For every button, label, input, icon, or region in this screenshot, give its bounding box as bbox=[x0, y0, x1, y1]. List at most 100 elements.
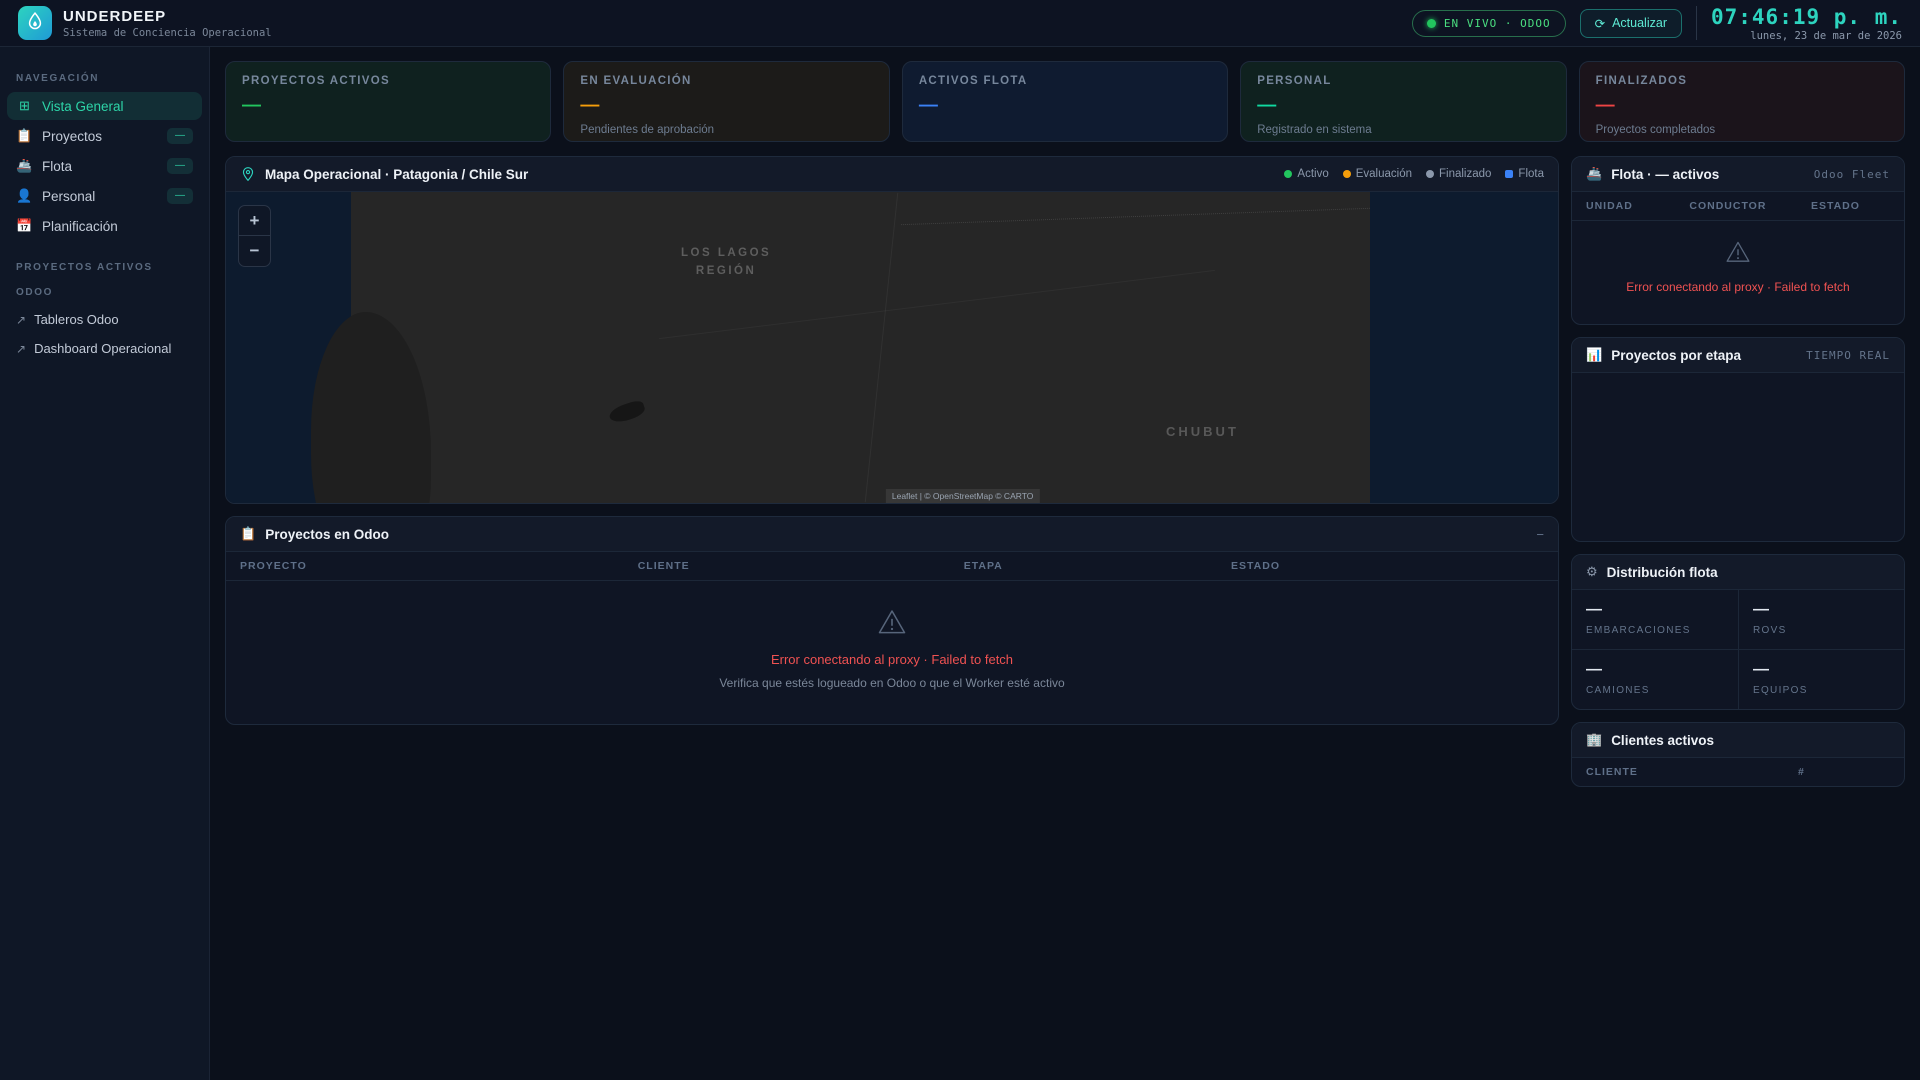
sidebar-item-flota[interactable]: 🚢 Flota — bbox=[7, 152, 202, 180]
sidebar-item-planificacion[interactable]: 📅 Planificación bbox=[7, 212, 202, 240]
column-header-cliente: CLIENTE bbox=[1586, 766, 1638, 778]
kpi-card-en-evaluacion: EN EVALUACIÓN — Pendientes de aprobación bbox=[563, 61, 890, 142]
count-badge: — bbox=[167, 128, 193, 144]
collapse-button[interactable]: − bbox=[1536, 527, 1544, 542]
kpi-card-finalizados: FINALIZADOS — Proyectos completados bbox=[1578, 61, 1906, 142]
sidebar-item-vista-general[interactable]: ⊞ Vista General bbox=[7, 92, 202, 120]
live-status-badge: EN VIVO · ODOO bbox=[1411, 9, 1566, 37]
sidebar-link-tableros-odoo[interactable]: ↗ Tableros Odoo bbox=[7, 306, 202, 333]
count-badge: — bbox=[167, 188, 193, 204]
distribution-panel: ⚙ Distribución flota — EMBARCACIONES — R… bbox=[1571, 554, 1905, 710]
legend-label: Flota bbox=[1518, 168, 1544, 180]
map-border-line bbox=[901, 207, 1370, 226]
warning-triangle-icon bbox=[1725, 241, 1751, 269]
error-hint: Verifica que estés logueado en Odoo o qu… bbox=[719, 676, 1065, 690]
column-header-cliente: CLIENTE bbox=[637, 560, 690, 572]
clock-time: 07:46:19 p. m. bbox=[1710, 4, 1902, 29]
error-message: Error conectando al proxy · Failed to fe… bbox=[1626, 280, 1850, 294]
top-header: UNDERDEEP Sistema de Conciencia Operacio… bbox=[0, 0, 1920, 47]
app-logo bbox=[18, 6, 52, 40]
map-title: Mapa Operacional · Patagonia / Chile Sur bbox=[265, 166, 529, 182]
ship-icon: 🚢 bbox=[1586, 166, 1603, 181]
sidebar-link-dashboard-operacional[interactable]: ↗ Dashboard Operacional bbox=[7, 335, 202, 362]
green-dot-icon bbox=[1284, 170, 1293, 178]
error-message: Error conectando al proxy · Failed to fe… bbox=[770, 652, 1014, 667]
distribution-label: EQUIPOS bbox=[1753, 685, 1808, 696]
legend-item-flota: Flota bbox=[1505, 168, 1544, 180]
kpi-value: — bbox=[242, 95, 261, 116]
map-canvas[interactable]: LOS LAGOS REGIÓN CHUBUT + − Leaflet | © … bbox=[226, 192, 1558, 503]
distribution-cell-camiones: — CAMIONES bbox=[1572, 649, 1738, 709]
person-icon: 👤 bbox=[16, 188, 33, 203]
projects-error-state: Error conectando al proxy · Failed to fe… bbox=[226, 581, 1558, 724]
zoom-out-button[interactable]: − bbox=[239, 236, 270, 266]
building-icon: 🏢 bbox=[1586, 732, 1603, 747]
column-header-etapa: ETAPA bbox=[963, 560, 1003, 572]
map-region-label-chubut: CHUBUT bbox=[1166, 424, 1239, 439]
kpi-subtitle: Proyectos completados bbox=[1595, 124, 1716, 136]
column-header-unidad: UNIDAD bbox=[1586, 200, 1633, 212]
kpi-row: PROYECTOS ACTIVOS — EN EVALUACIÓN — Pend… bbox=[225, 61, 1906, 142]
legend-label: Finalizado bbox=[1439, 168, 1492, 180]
map-road-line bbox=[864, 192, 899, 503]
realtime-tag: TIEMPO REAL bbox=[1806, 348, 1890, 362]
kpi-subtitle: Registrado en sistema bbox=[1257, 124, 1372, 136]
kpi-value: — bbox=[918, 95, 938, 116]
stages-empty-body bbox=[1572, 373, 1904, 541]
sidebar-section-proyectos-activos: PROYECTOS ACTIVOS bbox=[16, 262, 153, 273]
fleet-error-state: Error conectando al proxy · Failed to fe… bbox=[1572, 221, 1904, 324]
sidebar-item-label: Vista General bbox=[42, 98, 124, 114]
distribution-label: CAMIONES bbox=[1586, 685, 1650, 696]
grid-icon: ⊞ bbox=[19, 98, 30, 113]
legend-label: Evaluación bbox=[1355, 168, 1412, 180]
clients-table-header: CLIENTE # bbox=[1572, 758, 1904, 786]
map-zoom-control: + − bbox=[238, 205, 271, 267]
sidebar-section-navegacion: NAVEGACIÓN bbox=[16, 73, 100, 84]
distribution-label: ROVS bbox=[1753, 625, 1787, 636]
zoom-in-button[interactable]: + bbox=[239, 206, 270, 236]
gear-icon: ⚙ bbox=[1586, 564, 1598, 579]
kpi-label: EN EVALUACIÓN bbox=[580, 75, 692, 87]
refresh-label: Actualizar bbox=[1612, 16, 1667, 30]
sidebar-link-label: Tableros Odoo bbox=[34, 312, 119, 327]
stages-panel-title: Proyectos por etapa bbox=[1611, 347, 1741, 363]
distribution-cell-embarcaciones: — EMBARCACIONES bbox=[1572, 590, 1738, 649]
sidebar-item-label: Planificación bbox=[42, 218, 118, 234]
ship-icon: 🚢 bbox=[16, 158, 33, 173]
clipboard-icon: 📋 bbox=[16, 128, 33, 143]
kpi-label: ACTIVOS FLOTA bbox=[918, 75, 1028, 87]
kpi-value: — bbox=[1595, 95, 1615, 116]
column-header-estado: ESTADO bbox=[1231, 560, 1281, 572]
distribution-value: — bbox=[1586, 601, 1602, 618]
app-identity: UNDERDEEP Sistema de Conciencia Operacio… bbox=[63, 8, 272, 39]
main-content: PROYECTOS ACTIVOS — EN EVALUACIÓN — Pend… bbox=[210, 47, 1920, 801]
column-header-conductor: CONDUCTOR bbox=[1689, 200, 1767, 212]
column-header-count: # bbox=[1798, 766, 1805, 778]
kpi-value: — bbox=[580, 95, 600, 116]
live-badge-label: EN VIVO · ODOO bbox=[1443, 16, 1551, 30]
sidebar-item-personal[interactable]: 👤 Personal — bbox=[7, 182, 202, 210]
map-legend: Activo Evaluación Finalizado Flota bbox=[1284, 168, 1544, 180]
region-label-line: LOS LAGOS bbox=[681, 247, 772, 259]
legend-label: Activo bbox=[1297, 168, 1329, 180]
column-header-proyecto: PROYECTO bbox=[240, 560, 307, 572]
map-panel: Mapa Operacional · Patagonia / Chile Sur… bbox=[225, 156, 1559, 504]
fleet-table-header: UNIDAD CONDUCTOR ESTADO bbox=[1572, 192, 1904, 221]
stages-panel: 📊 Proyectos por etapa TIEMPO REAL bbox=[1571, 337, 1905, 542]
refresh-button[interactable]: ⟳ Actualizar bbox=[1579, 8, 1682, 38]
distribution-value: — bbox=[1753, 661, 1769, 678]
kpi-card-personal: PERSONAL — Registrado en sistema bbox=[1240, 61, 1567, 142]
region-label-line: REGIÓN bbox=[695, 265, 757, 278]
clients-panel-title: Clientes activos bbox=[1611, 732, 1714, 748]
app-title: UNDERDEEP bbox=[63, 7, 167, 25]
sidebar-item-label: Proyectos bbox=[42, 128, 103, 144]
map-attribution: Leaflet | © OpenStreetMap © CARTO bbox=[885, 489, 1040, 503]
sidebar-item-proyectos[interactable]: 📋 Proyectos — bbox=[7, 122, 202, 150]
count-badge: — bbox=[167, 158, 193, 174]
fleet-panel: 🚢 Flota · — activos Odoo Fleet UNIDAD CO… bbox=[1571, 156, 1905, 325]
distribution-panel-title: Distribución flota bbox=[1606, 564, 1718, 580]
column-header-estado: ESTADO bbox=[1810, 200, 1860, 212]
blue-square-icon bbox=[1505, 170, 1514, 178]
map-region-label-los-lagos: LOS LAGOS REGIÓN bbox=[681, 244, 771, 281]
sidebar-section-odoo: ODOO bbox=[16, 287, 53, 298]
